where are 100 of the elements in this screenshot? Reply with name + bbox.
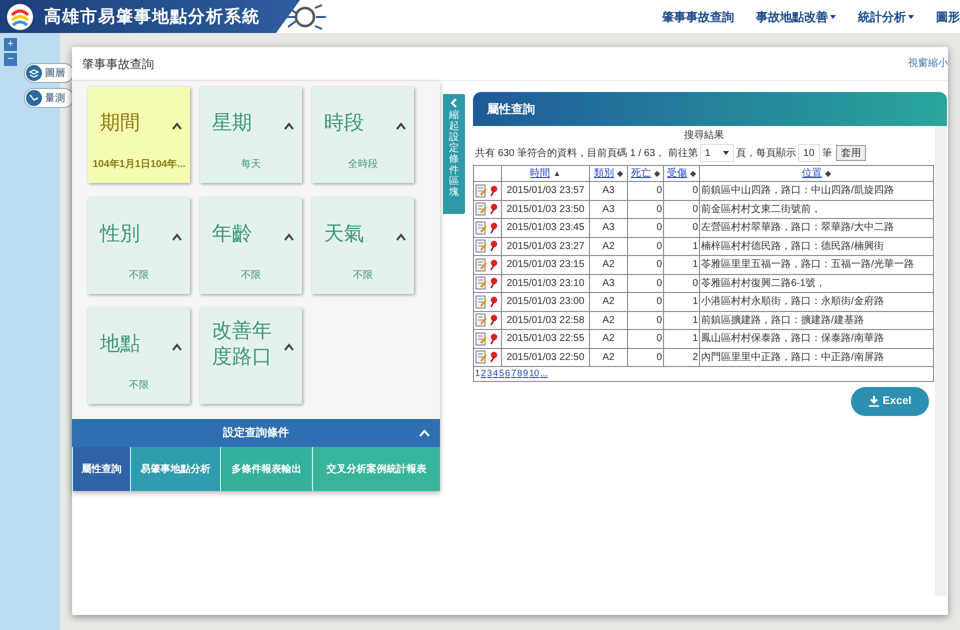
page-link[interactable]: 1 [475, 367, 480, 380]
table-cell: 2015/01/03 23:10 [502, 274, 590, 292]
measure-button[interactable]: 量測 [24, 88, 74, 108]
chevron-up-icon [172, 343, 182, 352]
nav-link[interactable]: 事故地點改善 [756, 8, 836, 26]
table-cell: 苓雅區里里五福一路，路口：五福一路/光華一路 [700, 256, 934, 274]
table-cell: 0 [628, 237, 664, 256]
minimize-link[interactable]: 視窗縮小 [908, 56, 948, 71]
filter-value: 不限 [353, 268, 373, 283]
sort-header-link[interactable]: 受傷 [667, 168, 687, 179]
pin-icon [488, 184, 499, 197]
zoom-in-button[interactable]: + [4, 38, 17, 51]
table-cell: 左營區村村翠華路，路口：翠華路/大中二路 [700, 218, 934, 237]
table-cell: 2015/01/03 23:15 [502, 256, 590, 274]
filter-title: 時段 [324, 109, 365, 135]
table-cell: 0 [664, 200, 700, 218]
sort-icon: ◆ [617, 169, 623, 178]
filter-title: 天氣 [324, 220, 365, 246]
page-size-field[interactable]: 10 [798, 144, 820, 162]
pin-icon [488, 332, 499, 345]
query-tab[interactable]: 屬性查詢 [72, 447, 130, 491]
zoom-out-button[interactable]: − [4, 53, 17, 66]
page-link[interactable]: 7 [511, 367, 516, 380]
table-cell: 0 [628, 256, 664, 274]
filter-value: 每天 [241, 158, 261, 172]
sort-icon: ◆ [654, 169, 660, 178]
sort-header-link[interactable]: 時間 [530, 168, 550, 179]
results-title: 屬性查詢 [487, 101, 535, 118]
filter-title: 星期 [212, 109, 253, 135]
table-cell: 1 [664, 311, 700, 330]
table-cell: 2015/01/03 22:58 [502, 311, 590, 330]
sort-header-link[interactable]: 死亡 [631, 168, 651, 179]
page-link[interactable]: 3 [487, 367, 492, 380]
table-cell: A2 [590, 330, 628, 348]
filter-title: 改善年度路口 [212, 317, 273, 370]
edit-document-icon [475, 294, 487, 309]
filter-value: 全時段 [348, 158, 378, 172]
table-cell: 楠梓區村村德民路，路口：德民路/楠興街 [700, 237, 934, 256]
filter-title: 年齡 [212, 220, 253, 246]
page-link[interactable]: 8 [517, 367, 522, 380]
edit-document-icon [475, 350, 487, 364]
nav-link[interactable]: 圖形 [936, 8, 960, 26]
table-cell: 2 [664, 348, 700, 366]
sort-header-link[interactable]: 類別 [594, 168, 614, 179]
edit-document-icon [475, 313, 487, 328]
filter-value: 不限 [241, 268, 261, 283]
table-cell: 小港區村村永順街，路口：永順街/金府路 [700, 292, 934, 311]
result-summary: 共有 630 筆符合的資料，目前頁碼 1 / 63， 前往第 [475, 146, 698, 160]
excel-export-button[interactable]: Excel [851, 386, 929, 416]
page-link[interactable]: 9 [523, 367, 528, 380]
table-cell: 2015/01/03 23:00 [502, 292, 590, 311]
nav-link[interactable]: 統計分析 [858, 8, 914, 26]
page-link[interactable]: 4 [493, 367, 498, 380]
pin-icon [488, 277, 499, 290]
filter-value: 104年1月1日104年... [92, 158, 186, 172]
chevron-up-icon [284, 122, 294, 130]
page-link[interactable]: 6 [505, 367, 510, 380]
page-link[interactable]: 2 [481, 367, 486, 380]
chevron-up-icon [284, 232, 294, 241]
table-cell: A2 [590, 292, 628, 311]
edit-document-icon [475, 202, 487, 216]
chevron-up-icon [419, 429, 430, 437]
pin-icon [488, 296, 499, 308]
table-cell: 2015/01/03 23:45 [502, 218, 590, 237]
chevron-left-icon [450, 98, 458, 108]
filter-value: 不限 [129, 268, 149, 283]
layers-button[interactable]: 圖層 [24, 63, 74, 83]
size-label: 筆 [822, 146, 832, 160]
page-link[interactable]: ... [540, 367, 548, 380]
table-cell: 0 [628, 311, 664, 330]
table-cell: A2 [590, 256, 628, 274]
logo-icon [6, 2, 34, 30]
settings-bar[interactable]: 設定查詢條件 [72, 419, 440, 447]
sort-icon: ◆ [825, 169, 831, 178]
filter-title: 期間 [100, 109, 141, 135]
dialog-title: 肇事事故查詢 [82, 56, 154, 72]
table-cell: 前金區村村文東二街號前， [700, 200, 934, 218]
page-link[interactable]: 10 [529, 367, 540, 380]
chevron-up-icon [172, 122, 182, 130]
table-cell: 前鎮區擴建路，路口：擴建路/建基路 [700, 311, 934, 330]
table-cell: 2015/01/03 22:55 [502, 330, 590, 348]
filter-tile[interactable]: 期間 104年1月1日104年... [88, 87, 190, 183]
edit-document-icon [475, 276, 487, 290]
sort-icon: ◆ [690, 169, 696, 178]
page-link[interactable]: 5 [499, 367, 504, 380]
table-cell: A2 [590, 348, 628, 366]
chevron-up-icon [396, 122, 406, 130]
apply-button[interactable]: 套用 [836, 145, 866, 161]
filter-value: 不限 [129, 379, 149, 394]
table-cell: 2015/01/03 22:50 [502, 348, 590, 366]
edit-document-icon [475, 258, 487, 272]
table-cell: 0 [664, 274, 700, 292]
layers-icon [26, 65, 42, 81]
nav-link[interactable]: 肇事事故查詢 [662, 8, 734, 26]
sort-header-link[interactable]: 位置 [802, 168, 822, 179]
results-caption: 搜尋結果 [683, 128, 725, 143]
table-cell: 0 [664, 182, 700, 200]
page-select[interactable]: 1 [700, 144, 734, 162]
table-cell: 鳳山區村村保泰路，路口：保泰路/南華路 [700, 330, 934, 348]
pin-icon [488, 240, 499, 252]
